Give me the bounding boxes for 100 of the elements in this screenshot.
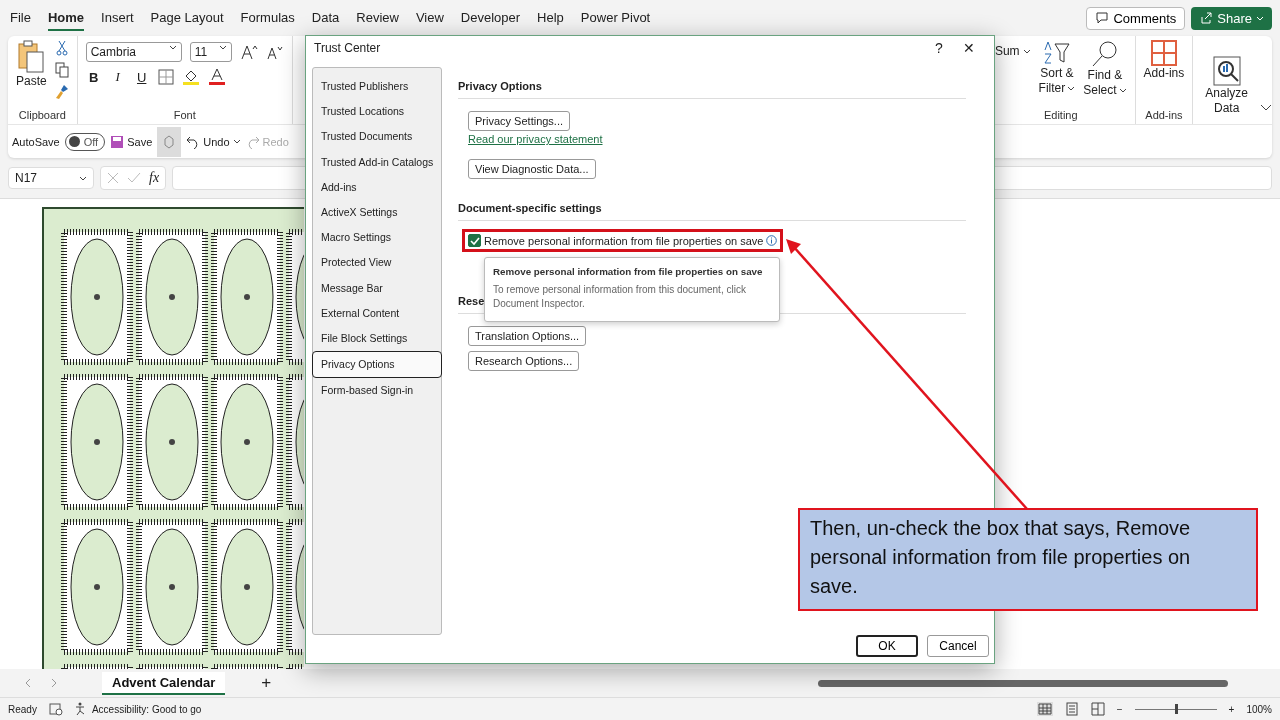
autosave-label: AutoSave: [12, 135, 60, 148]
category-item[interactable]: External Content: [313, 300, 441, 326]
ribbon-tab[interactable]: Review: [356, 5, 399, 31]
font-name-dropdown[interactable]: Cambria: [85, 42, 182, 62]
section-heading: Privacy Options: [458, 67, 966, 99]
insert-function-button[interactable]: fx: [149, 170, 160, 186]
checkmark-icon[interactable]: [127, 172, 141, 184]
translation-options-button[interactable]: Translation Options...: [468, 326, 587, 346]
ribbon-tab[interactable]: Home: [47, 5, 85, 31]
sheet-tab[interactable]: Advent Calendar: [102, 671, 226, 695]
ribbon-tab[interactable]: View: [415, 5, 444, 31]
name-box[interactable]: N17: [8, 167, 94, 189]
group-label: Clipboard: [18, 109, 66, 123]
category-item[interactable]: File Block Settings: [313, 325, 441, 352]
font-size-dropdown[interactable]: 11: [189, 42, 232, 62]
sort-filter-button[interactable]: Sort & Filter: [1038, 40, 1076, 96]
checkbox[interactable]: [468, 234, 481, 247]
zoom-in-button[interactable]: +: [1228, 703, 1235, 715]
research-options-button[interactable]: Research Options...: [468, 351, 580, 371]
info-icon[interactable]: [766, 235, 778, 246]
sort-filter-icon: [1042, 40, 1071, 66]
accessibility-status[interactable]: Accessibility: Good to go: [74, 702, 202, 716]
category-item[interactable]: Form-based Sign-in: [313, 378, 441, 404]
zoom-out-button[interactable]: −: [1116, 703, 1123, 715]
borders-icon[interactable]: [157, 69, 174, 85]
share-icon: [1199, 11, 1214, 25]
category-item[interactable]: Trusted Add-in Catalogs: [313, 149, 441, 175]
dialog-button[interactable]: OK: [856, 635, 918, 657]
add-sheet-button[interactable]: +: [261, 673, 272, 693]
find-select-button[interactable]: Find & Select: [1083, 40, 1127, 98]
ribbon-tab[interactable]: Formulas: [240, 5, 295, 31]
section-heading: Document-specific settings: [458, 189, 966, 221]
caret-icon[interactable]: [218, 45, 227, 50]
clipboard-icon: [17, 40, 46, 74]
tooltip-text: To remove personal information from this document, click Document Inspector.: [493, 283, 747, 311]
paste-button[interactable]: Paste: [16, 40, 47, 89]
dialog-title: Trust Center: [314, 41, 381, 55]
grid-icon: [1150, 40, 1177, 66]
comments-button[interactable]: Comments: [1086, 6, 1186, 30]
ribbon-tab[interactable]: Power Pivot: [580, 5, 651, 31]
macro-record-icon[interactable]: [48, 702, 63, 716]
privacy-settings-button[interactable]: Privacy Settings...: [468, 111, 571, 131]
shrink-font-icon[interactable]: [265, 44, 284, 60]
ribbon-tab[interactable]: Page Layout: [150, 5, 224, 31]
checkbox-label[interactable]: Remove personal information from file properties on save: [484, 234, 764, 247]
page-break-icon[interactable]: [1090, 702, 1105, 716]
tooltip-title: Remove personal information from file properties on save: [493, 266, 764, 277]
category-item[interactable]: Message Bar: [313, 275, 441, 301]
caret-icon[interactable]: [79, 175, 87, 181]
category-item[interactable]: Trusted Publishers: [313, 74, 441, 100]
ribbon-tab[interactable]: Help: [537, 5, 564, 31]
group-label: Font: [173, 109, 196, 123]
ribbon-tab[interactable]: Developer: [460, 5, 521, 31]
close-button[interactable]: ✕: [954, 40, 984, 56]
caret-icon[interactable]: [1118, 88, 1127, 93]
zoom-level: 100%: [1246, 703, 1272, 715]
underline-button[interactable]: U: [133, 69, 150, 85]
autosum-button[interactable]: Sum: [994, 44, 1031, 58]
analyze-data-button[interactable]: Analyze Data: [1205, 56, 1248, 116]
category-item[interactable]: Macro Settings: [313, 225, 441, 251]
normal-view-icon[interactable]: [1036, 702, 1053, 716]
font-color-icon[interactable]: [207, 68, 226, 86]
grow-font-icon[interactable]: [239, 44, 258, 60]
ribbon-tab[interactable]: Data: [311, 5, 340, 31]
save-button[interactable]: Save: [110, 134, 153, 149]
instruction-callout: Then, un-check the box that says, Remove personal information from file properties on save.: [798, 508, 1258, 611]
add-ins-button[interactable]: Add-ins: [1143, 40, 1185, 81]
group-label: Editing: [1043, 109, 1078, 123]
dialog-button[interactable]: Cancel: [927, 635, 989, 657]
italic-button[interactable]: I: [109, 69, 126, 85]
diagnostic-data-button[interactable]: View Diagnostic Data...: [468, 159, 596, 179]
category-item[interactable]: ActiveX Settings: [313, 199, 441, 226]
caret-icon[interactable]: [168, 45, 177, 50]
caret-icon: [1022, 48, 1031, 54]
slider-thumb[interactable]: [1174, 703, 1178, 714]
status-text: Ready: [8, 703, 37, 715]
share-button[interactable]: Share: [1191, 6, 1272, 30]
category-item[interactable]: Add-ins: [313, 174, 441, 200]
group-label: Add-ins: [1145, 109, 1183, 123]
privacy-statement-link[interactable]: Read our privacy statement: [468, 133, 603, 145]
category-item[interactable]: Trusted Locations: [313, 99, 441, 125]
caret-icon[interactable]: [1067, 86, 1076, 91]
analyze-data-icon: [1212, 56, 1241, 86]
bold-button[interactable]: B: [85, 69, 102, 85]
undo-button[interactable]: Undo: [186, 134, 241, 149]
chevron-left-icon: [24, 678, 32, 688]
category-item[interactable]: Privacy Options: [312, 351, 442, 379]
copy-icon[interactable]: [54, 62, 69, 78]
chevron-right-icon: [50, 678, 58, 688]
category-item[interactable]: Trusted Documents: [313, 124, 441, 150]
ribbon-tab[interactable]: File: [10, 5, 31, 31]
help-button[interactable]: ?: [924, 40, 954, 56]
paintbrush-icon[interactable]: [54, 84, 69, 100]
search-icon: [1090, 40, 1119, 68]
collapse-ribbon-icon[interactable]: [1260, 104, 1272, 112]
ribbon-tab[interactable]: Insert: [101, 5, 134, 31]
category-item[interactable]: Protected View: [313, 250, 441, 276]
scissors-icon[interactable]: [54, 40, 69, 56]
caret-icon[interactable]: [232, 139, 241, 144]
fill-color-icon[interactable]: [181, 68, 200, 86]
